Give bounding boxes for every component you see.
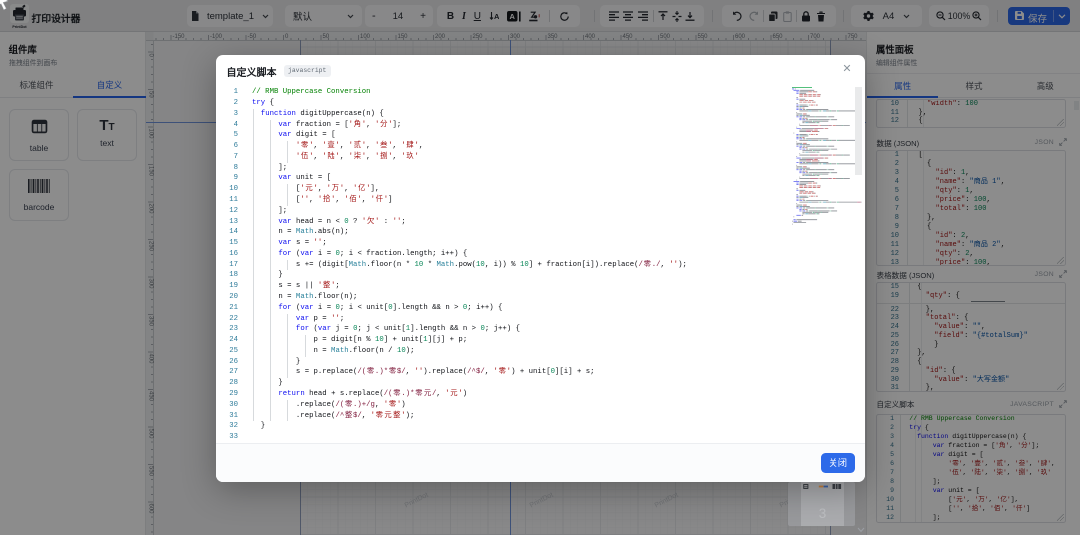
svg-text:3: 3 xyxy=(818,506,826,521)
